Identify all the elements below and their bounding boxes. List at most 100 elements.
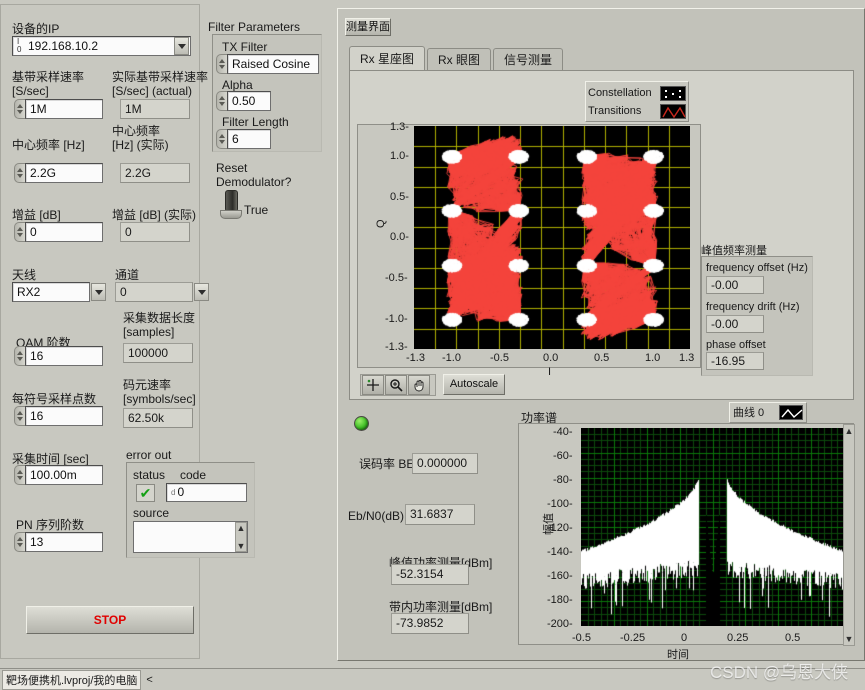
center-freq-actual-unit: [Hz] (实际)	[112, 138, 169, 152]
chevron-up-icon[interactable]: ▲	[237, 523, 246, 533]
center-freq-field[interactable]: 2.2G	[14, 163, 103, 183]
check-mark-icon: ✔	[139, 485, 152, 501]
cursor-tool-icon[interactable]	[362, 375, 384, 395]
channel-value: 0	[115, 282, 193, 302]
baseband-rate-field[interactable]: 1M	[14, 99, 103, 119]
antenna-combo[interactable]: RX2	[12, 282, 107, 302]
tx-filter-value[interactable]: Raised Cosine	[227, 54, 319, 74]
spectrum-ytick: -180-	[547, 594, 573, 606]
symbol-rate-value: 62.50k	[123, 408, 193, 428]
constellation-xtick: 0.0	[543, 352, 559, 364]
reset-demod-label-line1: Reset	[216, 161, 248, 175]
constellation-plot[interactable]	[414, 126, 690, 349]
constellation-toolbar[interactable]	[360, 374, 436, 396]
samples-unit: [samples]	[123, 325, 175, 339]
spectrum-xtick: -0.5	[572, 632, 591, 644]
phase-offset-label: phase offset	[706, 339, 766, 351]
alpha-field[interactable]: 0.50	[216, 91, 271, 111]
chevron-down-icon[interactable]: ▼	[845, 634, 854, 644]
constellation-xtick: 1.3	[679, 352, 695, 364]
zoom-tool-icon[interactable]	[385, 375, 407, 395]
gain-value[interactable]: 0	[25, 222, 103, 242]
chevron-up-icon[interactable]: ▲	[845, 426, 854, 436]
chevron-down-icon[interactable]	[91, 283, 106, 301]
alpha-spinner[interactable]	[216, 91, 227, 111]
samples-per-symbol-spinner[interactable]	[14, 406, 25, 426]
frequency-offset-value: -0.00	[706, 276, 764, 294]
constellation-legend[interactable]: Constellation Transitions	[585, 81, 689, 122]
gain-field[interactable]: 0	[14, 222, 103, 242]
error-source-field[interactable]: ▲ ▼	[133, 521, 248, 553]
qam-order-spinner[interactable]	[14, 346, 25, 366]
tab-signal-measurement[interactable]: 信号测量	[493, 48, 564, 72]
acq-time-field[interactable]: 100.00m	[14, 465, 103, 485]
pan-tool-icon[interactable]	[408, 375, 430, 395]
error-code-field[interactable]: d 0	[166, 483, 247, 502]
samples-per-symbol-value[interactable]: 16	[25, 406, 103, 426]
running-led	[354, 416, 369, 431]
spectrum-legend[interactable]: 曲线 0	[729, 402, 807, 423]
baseband-rate-label: 基带采样速率	[12, 70, 85, 84]
pn-order-value[interactable]: 13	[25, 532, 103, 552]
symbol-rate-unit: [symbols/sec]	[123, 392, 196, 406]
constellation-xtick: -1.3	[406, 352, 425, 364]
pn-order-spinner[interactable]	[14, 532, 25, 552]
gain-spinner[interactable]	[14, 222, 25, 242]
channel-combo[interactable]: 0	[115, 282, 210, 302]
peak-power-value: -52.3154	[391, 564, 469, 585]
spectrum-ytick: -60-	[553, 450, 573, 462]
toggle-knob[interactable]	[224, 190, 238, 212]
error-source-scrollbar[interactable]: ▲ ▼	[235, 522, 247, 552]
alpha-value[interactable]: 0.50	[227, 91, 271, 111]
autoscale-button[interactable]: Autoscale	[443, 374, 505, 395]
ip-combo[interactable]: I0 192.168.10.2	[12, 36, 191, 56]
acq-time-spinner[interactable]	[14, 465, 25, 485]
center-freq-value[interactable]: 2.2G	[25, 163, 103, 183]
acq-time-value[interactable]: 100.00m	[25, 465, 103, 485]
qam-order-value[interactable]: 16	[25, 346, 103, 366]
error-source-value[interactable]	[134, 522, 235, 552]
filter-length-field[interactable]: 6	[216, 129, 271, 149]
toggle-base	[220, 210, 242, 219]
pn-order-field[interactable]: 13	[14, 532, 103, 552]
ip-label: 设备的IP	[12, 22, 60, 36]
spectrum-legend-label: 曲线 0	[733, 406, 765, 419]
error-status-label: status	[133, 468, 166, 482]
constellation-ytick: -1.0-	[385, 313, 408, 325]
samples-per-symbol-field[interactable]: 16	[14, 406, 103, 426]
status-project-label[interactable]: 靶场便携机.lvproj/我的电脑	[2, 669, 142, 690]
inband-power-value: -73.9852	[391, 613, 469, 634]
spectrum-ytick: -40-	[553, 426, 573, 438]
frequency-offset-label: frequency offset (Hz)	[706, 262, 808, 274]
spectrum-xaxis-label: 时间	[667, 649, 689, 661]
constellation-xaxis-label: I	[548, 366, 552, 378]
tab-rx-eye-diagram[interactable]: Rx 眼图	[427, 48, 492, 72]
spectrum-xtick: -0.25	[620, 632, 646, 644]
filter-length-spinner[interactable]	[216, 129, 227, 149]
chevron-down-icon[interactable]	[194, 283, 209, 301]
legend-swatch-transitions	[660, 103, 686, 119]
chevron-down-icon[interactable]	[174, 37, 189, 55]
tx-filter-field[interactable]: Raised Cosine	[216, 54, 319, 74]
stop-button[interactable]: STOP	[26, 606, 194, 634]
filter-length-value[interactable]: 6	[227, 129, 271, 149]
spectrum-ytick: -140-	[547, 546, 573, 558]
tab-rx-constellation[interactable]: Rx 星座图	[349, 46, 426, 72]
spectrum-ytick: -160-	[547, 570, 573, 582]
chevron-down-icon[interactable]: ▼	[237, 541, 246, 551]
samples-per-symbol-label: 每符号采样点数	[12, 392, 97, 406]
spectrum-plot[interactable]	[581, 428, 844, 626]
antenna-value[interactable]: RX2	[12, 282, 90, 302]
filter-params-title: Filter Parameters	[208, 20, 301, 34]
pn-order-label: PN 序列阶数	[16, 518, 85, 532]
baseband-rate-spinner[interactable]	[14, 99, 25, 119]
tx-filter-spinner[interactable]	[216, 54, 227, 74]
center-freq-spinner[interactable]	[14, 163, 25, 183]
qam-order-field[interactable]: 16	[14, 346, 103, 366]
measurement-scrollbar[interactable]: ▲ ▼	[843, 424, 855, 646]
reset-demod-switch[interactable]: True	[220, 190, 268, 219]
legend-label-transitions: Transitions	[588, 105, 642, 117]
baseband-rate-value[interactable]: 1M	[25, 99, 103, 119]
acq-time-label: 采集时间 [sec]	[12, 452, 89, 466]
phase-offset-value: -16.95	[706, 352, 764, 370]
